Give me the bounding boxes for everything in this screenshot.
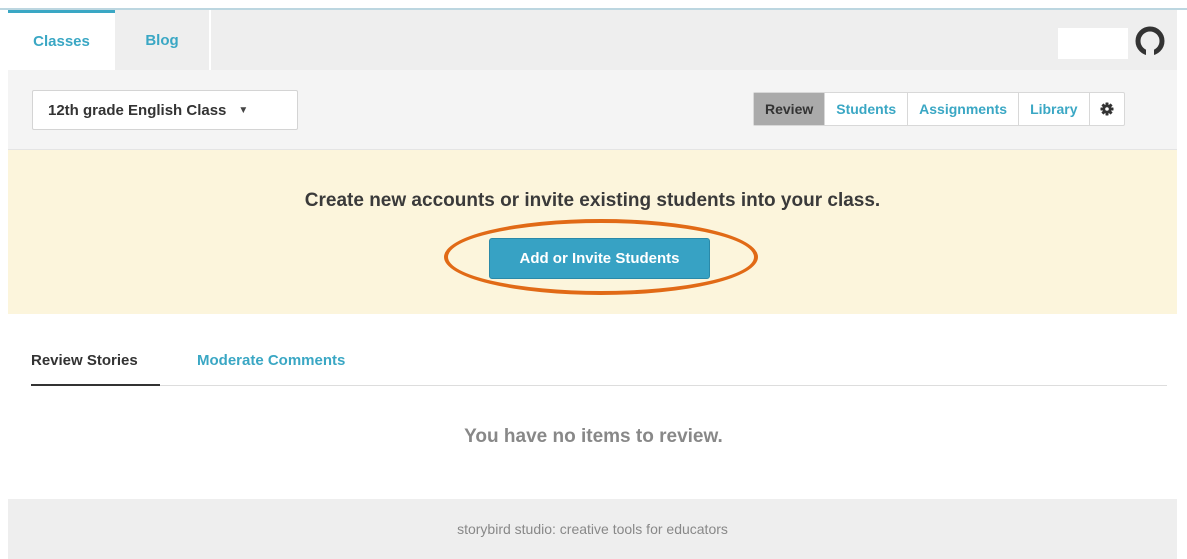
- tab-blog[interactable]: Blog: [115, 10, 211, 70]
- class-selector-dropdown[interactable]: 12th grade English Class ▼: [32, 90, 298, 130]
- page-footer: storybird studio: creative tools for edu…: [8, 499, 1177, 559]
- nav-review-button[interactable]: Review: [754, 93, 825, 125]
- review-subtabs: Review Stories Moderate Comments: [31, 352, 1167, 386]
- nav-library-button[interactable]: Library: [1018, 93, 1088, 125]
- caret-down-icon: ▼: [238, 104, 249, 116]
- tab-review-stories[interactable]: Review Stories: [31, 352, 160, 386]
- invite-students-banner: Create new accounts or invite existing s…: [8, 150, 1177, 314]
- nav-students-button[interactable]: Students: [824, 93, 907, 125]
- empty-state-message: You have no items to review.: [464, 426, 723, 447]
- class-toolbar: 12th grade English Class ▼ Review Studen…: [8, 70, 1177, 150]
- class-section-nav: Review Students Assignments Library: [753, 92, 1125, 126]
- nav-assignments-button[interactable]: Assignments: [907, 93, 1018, 125]
- footer-text: storybird studio: creative tools for edu…: [457, 521, 728, 537]
- add-or-invite-students-button[interactable]: Add or Invite Students: [489, 238, 710, 279]
- tab-moderate-comments[interactable]: Moderate Comments: [197, 352, 345, 386]
- user-avatar-icon[interactable]: [1135, 26, 1165, 56]
- user-name-box[interactable]: [1058, 28, 1128, 59]
- tab-classes[interactable]: Classes: [8, 10, 115, 70]
- class-selector-label: 12th grade English Class: [48, 101, 227, 119]
- top-navigation-bar: Classes Blog: [8, 10, 1177, 70]
- settings-button[interactable]: [1088, 93, 1124, 125]
- gear-icon: [1100, 102, 1114, 116]
- banner-message: Create new accounts or invite existing s…: [304, 190, 881, 211]
